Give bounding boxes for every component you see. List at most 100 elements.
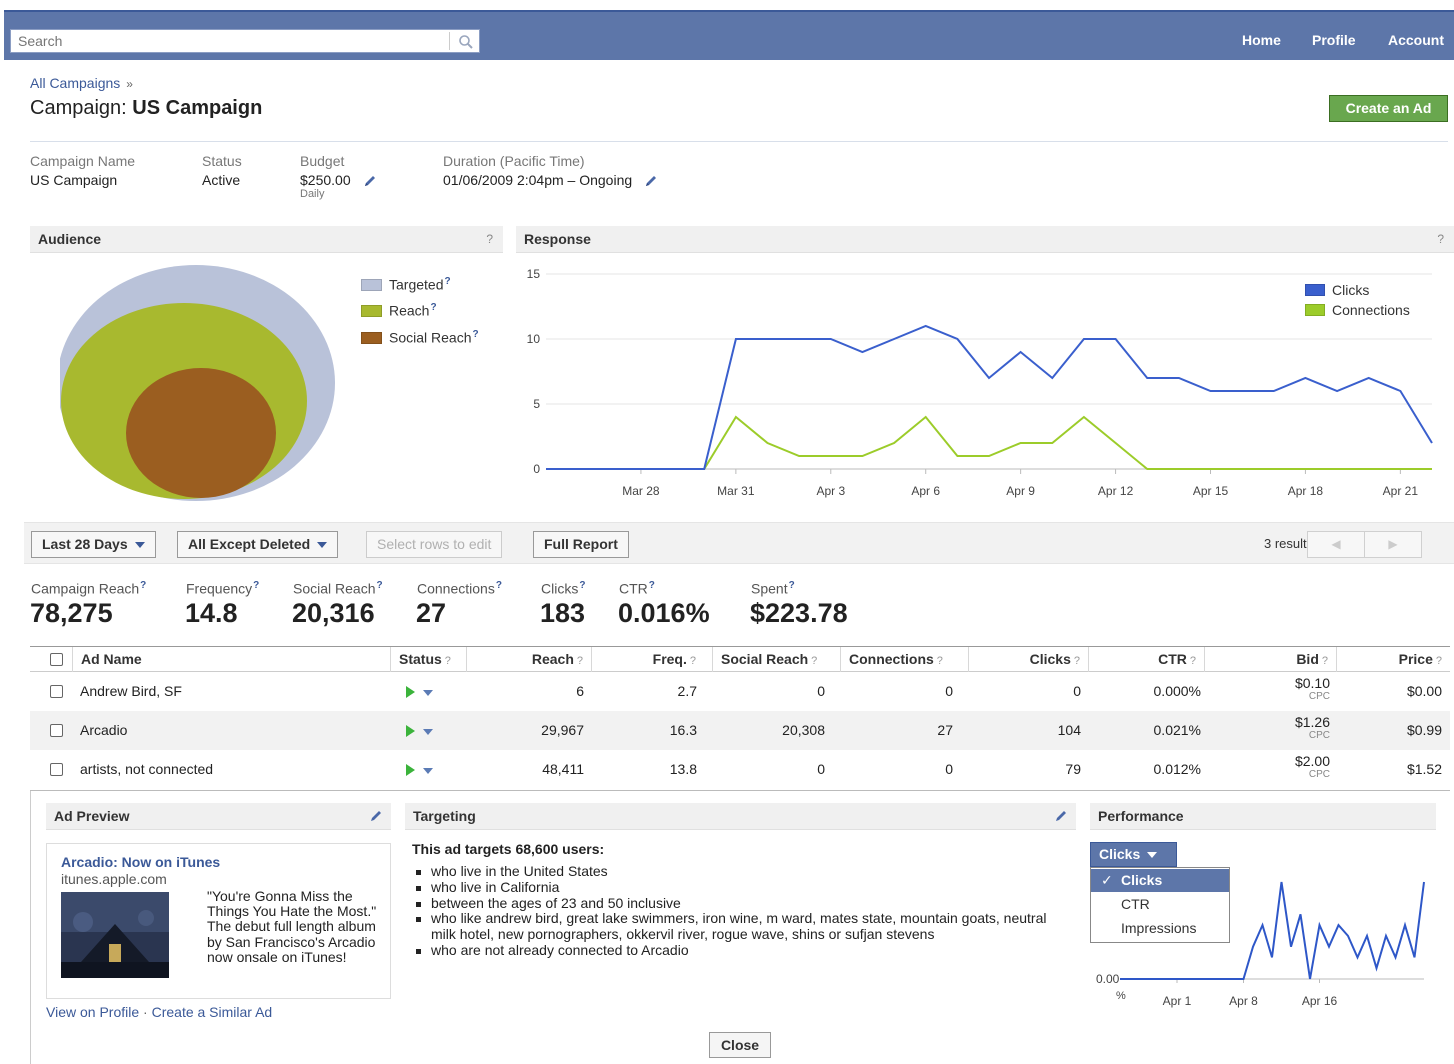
x-tick-label: Apr 6 [911, 484, 940, 498]
ad-name-link[interactable]: Arcadio [80, 711, 127, 750]
duration-label: Duration (Pacific Time) [443, 153, 585, 169]
edit-duration-pencil-icon[interactable] [644, 174, 658, 188]
ad-name-link[interactable]: artists, not connected [80, 750, 213, 789]
help-icon[interactable]: ? [1190, 655, 1196, 667]
help-icon[interactable]: ? [430, 302, 436, 313]
col-reach[interactable]: Reach? [466, 647, 591, 672]
help-icon[interactable]: ? [649, 580, 655, 591]
help-icon[interactable]: ? [789, 580, 795, 591]
status-menu-chevron-icon[interactable] [423, 729, 433, 735]
nav-home[interactable]: Home [1242, 32, 1281, 48]
help-icon[interactable]: ? [253, 580, 259, 591]
help-icon[interactable]: ? [690, 655, 696, 667]
select-rows-button[interactable]: Select rows to edit [366, 531, 503, 558]
table-row[interactable]: Andrew Bird, SF 6 2.7 0 0 0 0.000% $0.10 CPC $0.0… [30, 672, 1450, 711]
reach-cell: 6 [576, 683, 584, 699]
stat-label-text: Spent [751, 580, 788, 597]
row-checkbox[interactable] [50, 763, 63, 776]
help-icon[interactable]: ? [1322, 655, 1328, 667]
help-icon[interactable]: ? [445, 655, 451, 667]
stat-value: 183 [540, 598, 586, 628]
help-icon[interactable]: ? [579, 580, 585, 591]
date-range-dropdown[interactable]: Last 28 Days [31, 531, 156, 558]
play-status-icon[interactable] [406, 686, 415, 698]
col-ctr[interactable]: CTR? [1088, 647, 1204, 672]
col-price[interactable]: Price? [1336, 647, 1450, 672]
column-label: CTR [1158, 651, 1187, 667]
stat-label-text: Campaign Reach [31, 580, 140, 597]
full-report-button[interactable]: Full Report [533, 531, 629, 558]
next-page-button[interactable]: ▶ [1364, 531, 1422, 558]
x-tick-label: Apr 12 [1098, 484, 1134, 498]
status-menu-chevron-icon[interactable] [423, 768, 433, 774]
search-input[interactable] [11, 30, 441, 52]
col-connections[interactable]: Connections? [840, 647, 968, 672]
targeting-criterion: who live in the United States [414, 863, 1074, 880]
y-tick-label: 0.00 [1096, 972, 1120, 986]
edit-targeting-pencil-icon[interactable] [1054, 809, 1068, 823]
row-checkbox[interactable] [50, 724, 63, 737]
play-status-icon[interactable] [406, 764, 415, 776]
create-similar-ad-link[interactable]: Create a Similar Ad [152, 1004, 273, 1020]
column-label: Social Reach [721, 651, 809, 667]
help-icon[interactable]: ? [496, 580, 502, 591]
help-icon[interactable]: ? [473, 329, 479, 340]
freq-cell: 2.7 [677, 683, 697, 699]
help-icon[interactable]: ? [377, 580, 383, 591]
help-icon[interactable]: ? [1074, 655, 1080, 667]
row-checkbox[interactable] [50, 685, 63, 698]
col-clicks[interactable]: Clicks? [968, 647, 1088, 672]
help-icon[interactable]: ? [577, 655, 583, 667]
col-ad-name[interactable]: Ad Name [72, 647, 390, 672]
status-menu-chevron-icon[interactable] [423, 690, 433, 696]
col-freq[interactable]: Freq.? [591, 647, 704, 672]
legend-label: Targeted [389, 276, 444, 293]
audience-help-icon[interactable]: ? [486, 226, 493, 253]
help-icon[interactable]: ? [140, 580, 146, 591]
create-ad-button[interactable]: Create an Ad [1329, 95, 1448, 122]
bid-value: $2.00 [1294, 753, 1330, 769]
social-reach-cell: 0 [817, 683, 825, 699]
ad-url: itunes.apple.com [61, 871, 167, 887]
col-status[interactable]: Status? [390, 647, 466, 672]
metric-dropdown[interactable]: Clicks [1090, 842, 1177, 867]
metric-option-clicks[interactable]: ✓ Clicks [1091, 869, 1229, 892]
view-on-profile-link[interactable]: View on Profile [46, 1004, 139, 1020]
stat-value: 0.016% [618, 598, 710, 628]
x-tick-label: Apr 16 [1302, 994, 1338, 1008]
metric-option-ctr[interactable]: CTR [1091, 893, 1229, 916]
nav-account[interactable]: Account [1388, 32, 1444, 48]
ad-name-link[interactable]: Andrew Bird, SF [80, 672, 182, 711]
table-row[interactable]: artists, not connected 48,411 13.8 0 0 79 0.01… [30, 750, 1450, 789]
select-all-checkbox[interactable] [50, 653, 63, 666]
close-button[interactable]: Close [709, 1032, 771, 1058]
legend-reach: Reach? [361, 302, 437, 319]
y-tick-label: 5 [533, 397, 540, 411]
search-box[interactable] [10, 29, 480, 53]
help-icon[interactable]: ? [811, 655, 817, 667]
col-bid[interactable]: Bid? [1204, 647, 1336, 672]
ad-title-link[interactable]: Arcadio: Now on iTunes [61, 854, 220, 870]
search-icon[interactable] [457, 33, 475, 51]
legend-swatch [361, 304, 382, 317]
col-social-reach[interactable]: Social Reach? [712, 647, 830, 672]
play-status-icon[interactable] [406, 725, 415, 737]
edit-ad-pencil-icon[interactable] [369, 809, 383, 823]
clicks-cell: 0 [1073, 683, 1081, 699]
table-row[interactable]: Arcadio 29,967 16.3 20,308 27 104 0.021% $1.26 C… [30, 711, 1450, 750]
response-title: Response [524, 231, 591, 247]
prev-page-button[interactable]: ◀ [1307, 531, 1365, 558]
budget-label: Budget [300, 153, 345, 169]
help-icon[interactable]: ? [937, 655, 943, 667]
filter-dropdown[interactable]: All Except Deleted [177, 531, 339, 558]
help-icon[interactable]: ? [1436, 655, 1442, 667]
response-help-icon[interactable]: ? [1437, 226, 1444, 253]
stat-label: Frequency? [186, 580, 259, 597]
x-tick-label: Apr 15 [1193, 484, 1229, 498]
metric-option-impressions[interactable]: Impressions [1091, 917, 1229, 940]
stat-value: 78,275 [30, 598, 113, 628]
edit-budget-pencil-icon[interactable] [363, 174, 377, 188]
all-campaigns-link[interactable]: All Campaigns [30, 75, 120, 91]
nav-profile[interactable]: Profile [1312, 32, 1356, 48]
help-icon[interactable]: ? [444, 276, 450, 287]
